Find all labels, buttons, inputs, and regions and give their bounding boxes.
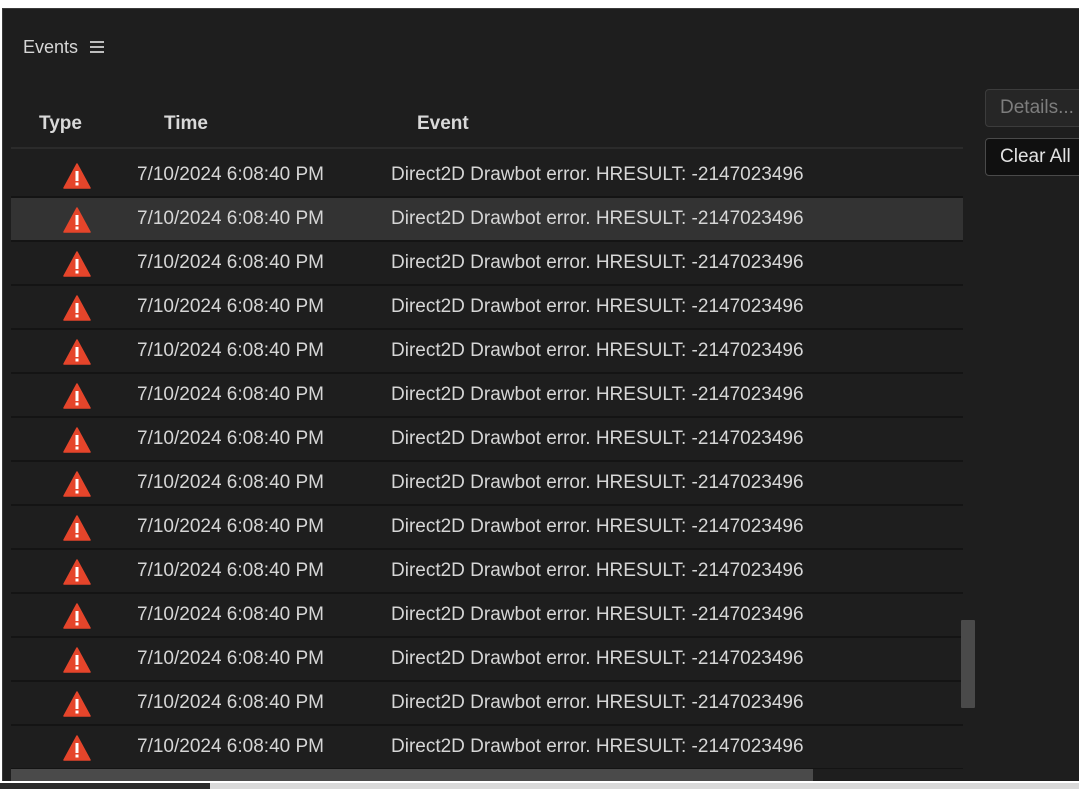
row-event: Direct2D Drawbot error. HRESULT: -214702…	[391, 648, 804, 669]
table-row[interactable]: 7/10/2024 6:08:40 PM Direct2D Drawbot err…	[11, 242, 963, 286]
row-time: 7/10/2024 6:08:40 PM	[137, 472, 324, 493]
row-time: 7/10/2024 6:08:40 PM	[137, 560, 324, 581]
table-row[interactable]: 7/10/2024 6:08:40 PM Direct2D Drawbot err…	[11, 154, 963, 198]
row-event: Direct2D Drawbot error. HRESULT: -214702…	[391, 428, 804, 449]
row-time: 7/10/2024 6:08:40 PM	[137, 340, 324, 361]
table-row[interactable]: 7/10/2024 6:08:40 PM Direct2D Drawbot err…	[11, 286, 963, 330]
warning-icon	[63, 427, 91, 453]
table-row[interactable]: 7/10/2024 6:08:40 PM Direct2D Drawbot err…	[11, 462, 963, 506]
row-time: 7/10/2024 6:08:40 PM	[137, 428, 324, 449]
events-panel: Events Type Time Event 7/10/2024 6:08:40…	[2, 8, 1079, 781]
hamburger-menu-icon[interactable]	[90, 41, 105, 53]
row-time: 7/10/2024 6:08:40 PM	[137, 736, 324, 757]
vertical-scrollbar-thumb[interactable]	[961, 620, 975, 708]
table-row[interactable]: 7/10/2024 6:08:40 PM Direct2D Drawbot err…	[11, 638, 963, 682]
warning-icon	[63, 471, 91, 497]
row-time: 7/10/2024 6:08:40 PM	[137, 252, 324, 273]
table-body: 7/10/2024 6:08:40 PM Direct2D Drawbot err…	[11, 154, 963, 769]
horizontal-scrollbar-thumb[interactable]	[11, 769, 813, 781]
row-event: Direct2D Drawbot error. HRESULT: -214702…	[391, 384, 804, 405]
row-event: Direct2D Drawbot error. HRESULT: -214702…	[391, 164, 804, 185]
row-time: 7/10/2024 6:08:40 PM	[137, 516, 324, 537]
clear-all-button[interactable]: Clear All	[985, 138, 1079, 176]
table-row[interactable]: 7/10/2024 6:08:40 PM Direct2D Drawbot err…	[11, 682, 963, 726]
row-time: 7/10/2024 6:08:40 PM	[137, 648, 324, 669]
row-time: 7/10/2024 6:08:40 PM	[137, 208, 324, 229]
table-row[interactable]: 7/10/2024 6:08:40 PM Direct2D Drawbot err…	[11, 594, 963, 638]
table-row[interactable]: 7/10/2024 6:08:40 PM Direct2D Drawbot err…	[11, 330, 963, 374]
warning-icon	[63, 735, 91, 761]
events-table: Type Time Event 7/10/2024 6:08:40 PM Dire…	[11, 103, 963, 769]
column-header-type[interactable]: Type	[39, 113, 82, 135]
table-row[interactable]: 7/10/2024 6:08:40 PM Direct2D Drawbot err…	[11, 374, 963, 418]
row-event: Direct2D Drawbot error. HRESULT: -214702…	[391, 472, 804, 493]
row-event: Direct2D Drawbot error. HRESULT: -214702…	[391, 604, 804, 625]
warning-icon	[63, 515, 91, 541]
panel-header: Events	[23, 35, 105, 59]
row-event: Direct2D Drawbot error. HRESULT: -214702…	[391, 692, 804, 713]
table-header: Type Time Event	[11, 103, 963, 149]
row-event: Direct2D Drawbot error. HRESULT: -214702…	[391, 296, 804, 317]
row-event: Direct2D Drawbot error. HRESULT: -214702…	[391, 560, 804, 581]
warning-icon	[63, 383, 91, 409]
warning-icon	[63, 559, 91, 585]
panel-title: Events	[23, 36, 79, 57]
row-time: 7/10/2024 6:08:40 PM	[137, 296, 324, 317]
row-time: 7/10/2024 6:08:40 PM	[137, 164, 324, 185]
warning-icon	[63, 339, 91, 365]
row-time: 7/10/2024 6:08:40 PM	[137, 384, 324, 405]
warning-icon	[63, 647, 91, 673]
warning-icon	[63, 603, 91, 629]
taskbar-strip	[0, 781, 1079, 789]
table-row[interactable]: 7/10/2024 6:08:40 PM Direct2D Drawbot err…	[11, 418, 963, 462]
warning-icon	[63, 691, 91, 717]
table-row[interactable]: 7/10/2024 6:08:40 PM Direct2D Drawbot err…	[11, 198, 963, 242]
row-event: Direct2D Drawbot error. HRESULT: -214702…	[391, 516, 804, 537]
warning-icon	[63, 163, 91, 189]
warning-icon	[63, 251, 91, 277]
table-row[interactable]: 7/10/2024 6:08:40 PM Direct2D Drawbot err…	[11, 506, 963, 550]
details-button[interactable]: Details...	[985, 89, 1079, 127]
row-event: Direct2D Drawbot error. HRESULT: -214702…	[391, 340, 804, 361]
row-time: 7/10/2024 6:08:40 PM	[137, 692, 324, 713]
row-event: Direct2D Drawbot error. HRESULT: -214702…	[391, 208, 804, 229]
warning-icon	[63, 207, 91, 233]
column-header-time[interactable]: Time	[164, 113, 208, 135]
row-event: Direct2D Drawbot error. HRESULT: -214702…	[391, 736, 804, 757]
table-row[interactable]: 7/10/2024 6:08:40 PM Direct2D Drawbot err…	[11, 550, 963, 594]
row-event: Direct2D Drawbot error. HRESULT: -214702…	[391, 252, 804, 273]
row-time: 7/10/2024 6:08:40 PM	[137, 604, 324, 625]
column-header-event[interactable]: Event	[417, 113, 469, 135]
table-row[interactable]: 7/10/2024 6:08:40 PM Direct2D Drawbot err…	[11, 726, 963, 769]
warning-icon	[63, 295, 91, 321]
